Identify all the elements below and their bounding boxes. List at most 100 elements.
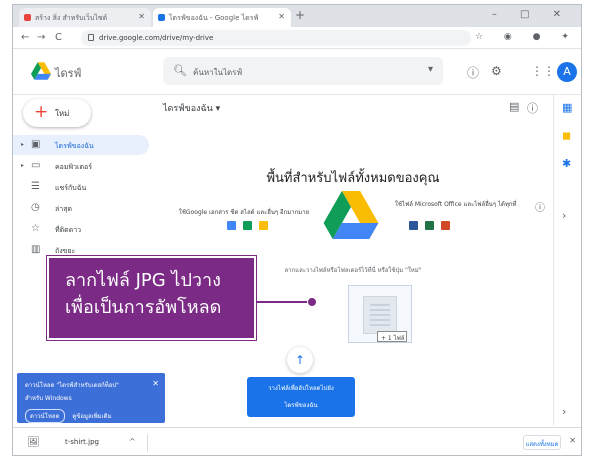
calendar-icon[interactable]: ▦ <box>562 101 572 114</box>
left-description-text: ใช้Google เอกสาร ชีต สไลด์ และอื่นๆ อีกม… <box>178 209 310 216</box>
lock-icon <box>88 34 94 41</box>
toast-line1: ดาวน์โหลด "ไดรฟ์สำหรับเดสก์ท็อป" <box>25 382 119 389</box>
right-description: ใช้ไฟล์ Microsoft Office และไฟล์อื่นๆ ได… <box>395 199 535 209</box>
sidebar-item-icon: ▣ <box>31 139 41 150</box>
address-bar-row: ← → C drive.google.com/drive/my-drive ☆ … <box>13 27 581 49</box>
browser-window: สร้าง สิ่ง สำหรับเว็บไซต์ ✕ ไดรฟ์ของฉัน … <box>12 4 582 456</box>
sidebar-item-label: ล่าสุด <box>55 205 73 213</box>
drive-logo-icon[interactable] <box>31 62 51 80</box>
sidebar-item[interactable]: ▸ ▭ คอมพิวเตอร์ <box>13 156 149 176</box>
url-text: drive.google.com/drive/my-drive <box>99 34 214 42</box>
browser-tab-1[interactable]: สร้าง สิ่ง สำหรับเว็บไซต์ ✕ <box>19 8 151 27</box>
new-tab-button[interactable]: + <box>295 8 305 22</box>
grid-view-icon[interactable]: ▤ <box>509 100 519 113</box>
empty-state-title: พื้นที่สำหรับไฟล์ทั้งหมดของคุณ <box>266 171 440 186</box>
sidebar-item[interactable]: ☰ แชร์กับฉัน <box>13 177 149 197</box>
powerpoint-icon <box>441 221 450 230</box>
new-button[interactable]: + ใหม่ <box>23 99 91 127</box>
download-filename[interactable]: t-shirt.jpg <box>65 438 99 446</box>
info-icon[interactable]: ⓘ <box>527 100 538 116</box>
new-button-label: ใหม่ <box>55 109 70 118</box>
learn-more-link[interactable]: ดูข้อมูลเพิ่มเติม <box>72 413 111 420</box>
sidebar-item-label: คอมพิวเตอร์ <box>55 163 92 171</box>
drive-favicon-icon <box>158 14 165 21</box>
tab-favicon-icon <box>24 14 31 21</box>
sidebar-item-icon: ◷ <box>31 202 40 213</box>
sidebar-item-icon: ☰ <box>31 181 40 192</box>
chevron-up-icon[interactable]: ^ <box>129 437 136 446</box>
tab-title: สร้าง สิ่ง สำหรับเว็บไซต์ <box>35 14 108 22</box>
sidebar-item-icon: ▭ <box>31 160 41 171</box>
sidebar-item-label: ที่ติดดาว <box>55 226 82 234</box>
show-all-button[interactable]: แสดงทั้งหมด <box>523 435 561 450</box>
callout-line1: ลากไฟล์ JPG ไปวาง <box>65 270 221 291</box>
close-icon[interactable]: ✕ <box>152 379 159 388</box>
callout-pointer-dot <box>307 297 317 307</box>
info-icon[interactable]: ⓘ <box>535 199 545 214</box>
sidebar-item[interactable]: ◷ ล่าสุด <box>13 198 149 218</box>
url-input[interactable]: drive.google.com/drive/my-drive <box>81 30 471 46</box>
screenshot: สร้าง สิ่ง สำหรับเว็บไซต์ ✕ ไดรฟ์ของฉัน … <box>0 0 592 462</box>
side-panel-rail: ▦ ◼ ✱ › › <box>553 95 581 425</box>
download-button[interactable]: ดาวน์โหลด <box>25 409 65 423</box>
search-icon: 🔍︎ <box>173 64 187 77</box>
divider <box>147 434 148 452</box>
word-icon <box>409 221 418 230</box>
upload-drop-target[interactable]: วางไฟล์เพื่ออัปโหลดไปยัง ไดรฟ์ของฉัน <box>247 377 355 417</box>
expand-panel-icon[interactable]: › <box>562 209 566 222</box>
close-icon[interactable]: ✕ <box>569 436 576 445</box>
settings-gear-icon[interactable]: ⚙ <box>491 64 502 78</box>
sidebar-item-label: ไดรฟ์ของฉัน <box>55 142 94 150</box>
toast-line2: สำหรับ Windows <box>25 395 72 402</box>
sidebar-item[interactable]: ☆ ที่ติดดาว <box>13 219 149 239</box>
drive-illustration-icon <box>323 191 379 239</box>
forward-button[interactable]: → <box>37 32 45 43</box>
upload-card-line2: ไดรฟ์ของฉัน <box>284 402 318 409</box>
upload-arrow-icon: ↑ <box>287 347 313 373</box>
scroll-arrow-icon[interactable]: › <box>562 405 566 418</box>
close-tab-icon[interactable]: ✕ <box>278 12 285 21</box>
help-icon[interactable]: ⓘ <box>467 64 479 81</box>
back-button[interactable]: ← <box>21 32 29 43</box>
keep-icon[interactable]: ◼ <box>562 129 571 142</box>
sidebar-item-label: ถังขยะ <box>55 247 76 255</box>
instruction-callout: ลากไฟล์ JPG ไปวาง เพื่อเป็นการอัพโหลด <box>47 256 256 340</box>
browser-tab-2[interactable]: ไดรฟ์ของฉัน - Google ไดรฟ์ ✕ <box>153 8 291 27</box>
extension-icons[interactable]: ☆ ◉ ● ✦ <box>475 32 578 42</box>
search-placeholder: ค้นหาในไดรฟ์ <box>193 68 243 77</box>
avatar[interactable]: A <box>557 62 577 82</box>
sidebar-item-label: แชร์กับฉัน <box>55 184 87 192</box>
reload-button[interactable]: C <box>55 32 62 43</box>
excel-icon <box>425 221 434 230</box>
tab-title: ไดรฟ์ของฉัน - Google ไดรฟ์ <box>169 14 259 22</box>
search-input[interactable]: 🔍︎ ค้นหาในไดรฟ์ ▾ <box>163 57 443 85</box>
apps-grid-icon[interactable]: ⋮⋮ <box>531 64 555 78</box>
breadcrumb[interactable]: ไดรฟ์ของฉัน ▾ <box>163 101 220 115</box>
tasks-icon[interactable]: ✱ <box>562 157 571 170</box>
close-tab-icon[interactable]: ✕ <box>138 12 145 21</box>
sheets-icon <box>243 221 252 230</box>
left-description: ใช้Google เอกสาร ชีต สไลด์ และอื่นๆ อีกม… <box>169 207 319 217</box>
search-options-icon[interactable]: ▾ <box>428 64 433 75</box>
drive-header: ไดรฟ์ 🔍︎ ค้นหาในไดรฟ์ ▾ ⓘ ⚙ ⋮⋮ A <box>13 49 581 95</box>
upload-card-line1: วางไฟล์เพื่ออัปโหลดไปยัง <box>268 385 334 392</box>
drag-count-badge: + 1 ไฟล์ <box>377 331 407 342</box>
desktop-download-toast: ดาวน์โหลด "ไดรฟ์สำหรับเดสก์ท็อป" สำหรับ … <box>17 373 165 423</box>
sidebar-item[interactable]: ▸ ▣ ไดรฟ์ของฉัน <box>13 135 149 155</box>
file-preview-icon <box>363 296 397 334</box>
right-description-text: ใช้ไฟล์ Microsoft Office และไฟล์อื่นๆ ได… <box>395 201 517 208</box>
expand-arrow-icon[interactable]: ▸ <box>21 141 24 148</box>
callout-leader-line <box>256 301 312 303</box>
download-bar: 🖼︎ t-shirt.jpg ^ แสดงทั้งหมด ✕ <box>13 427 581 455</box>
plus-icon: + <box>34 102 49 122</box>
window-controls[interactable]: – □ ✕ <box>492 9 571 20</box>
image-file-icon: 🖼︎ <box>27 437 40 448</box>
expand-arrow-icon[interactable]: ▸ <box>21 162 24 169</box>
app-name: ไดรฟ์ <box>55 67 82 80</box>
callout-line2: เพื่อเป็นการอัพโหลด <box>65 297 222 318</box>
tab-bar: สร้าง สิ่ง สำหรับเว็บไซต์ ✕ ไดรฟ์ของฉัน … <box>13 5 581 27</box>
docs-icon <box>227 221 236 230</box>
sidebar-item-icon: ☆ <box>31 223 40 234</box>
sidebar-item-icon: ▥ <box>31 244 41 255</box>
slides-icon <box>259 221 268 230</box>
